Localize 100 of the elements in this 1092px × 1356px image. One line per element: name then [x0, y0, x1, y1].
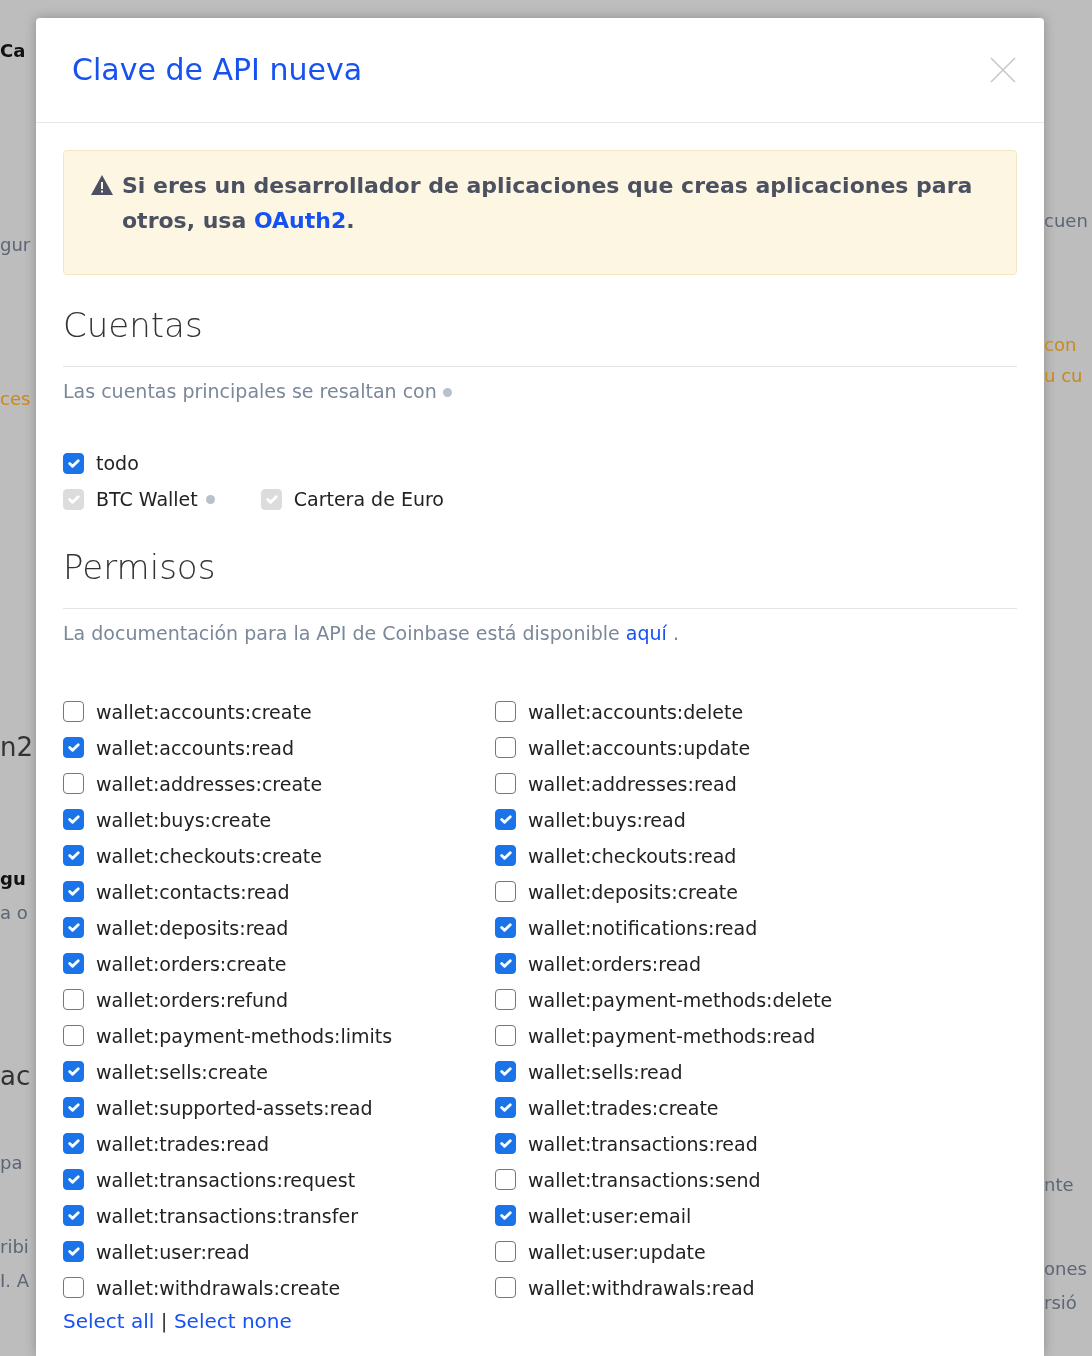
checkbox-label: wallet:user:read — [96, 1239, 250, 1265]
select-none-link[interactable]: Select none — [173, 1308, 292, 1333]
checkbox[interactable] — [63, 1205, 84, 1227]
close-icon — [990, 57, 1016, 83]
warning-icon — [90, 174, 114, 196]
background-text: gu — [0, 868, 26, 890]
checkbox-label: wallet:sells:read — [528, 1059, 683, 1085]
background-text: ribi — [0, 1236, 29, 1258]
checkbox-label: BTC Wallet — [96, 487, 198, 513]
background-text: ces — [0, 388, 31, 410]
checkbox-label: todo — [96, 451, 139, 477]
checkbox[interactable] — [63, 1061, 84, 1083]
background-text: Ca — [0, 40, 26, 62]
checkbox-label: wallet:user:update — [528, 1239, 706, 1265]
checkbox[interactable] — [63, 1277, 84, 1299]
checkbox-label: Cartera de Euro — [293, 487, 444, 513]
checkbox[interactable] — [63, 809, 84, 831]
checkbox-label: wallet:buys:read — [528, 807, 686, 833]
checkbox-label: wallet:checkouts:create — [96, 843, 322, 869]
checkbox-label: wallet:buys:create — [96, 807, 272, 833]
checkbox[interactable] — [63, 917, 84, 939]
background-text: gur — [0, 234, 31, 256]
checkbox[interactable] — [495, 1025, 516, 1047]
checkbox-label: wallet:payment-methods:limits — [96, 1023, 393, 1049]
checkbox[interactable] — [495, 1241, 516, 1263]
background-text: pa — [0, 1152, 23, 1174]
background-text: nte — [1044, 1174, 1074, 1196]
checkbox[interactable] — [495, 989, 516, 1011]
checkbox[interactable] — [63, 953, 84, 975]
background-text: con — [1044, 334, 1077, 356]
checkbox-label: wallet:supported-assets:read — [96, 1095, 373, 1121]
warning-text: Si eres un desarrollador de aplicaciones que creas aplicaciones para otros, usa OAuth2. — [122, 172, 974, 235]
checkbox[interactable] — [63, 1169, 84, 1191]
checkbox[interactable] — [495, 1277, 516, 1299]
checkbox[interactable] — [63, 773, 84, 795]
checkbox[interactable] — [495, 701, 516, 723]
checkbox[interactable] — [495, 953, 516, 975]
checkbox-label: wallet:user:email — [528, 1203, 692, 1229]
checkbox-label: wallet:payment-methods:read — [528, 1023, 816, 1049]
checkbox[interactable] — [63, 1025, 84, 1047]
checkbox-label: wallet:sells:create — [96, 1059, 269, 1085]
checkbox[interactable] — [495, 845, 516, 867]
dialog-title: Clave de API nueva — [72, 52, 363, 88]
accounts-note: Las cuentas principales se resaltan con — [63, 378, 1017, 404]
background-text: ones — [1044, 1258, 1087, 1280]
checkbox-label: wallet:transactions:request — [96, 1167, 356, 1193]
background-text: ac — [0, 1061, 31, 1093]
link-separator: | — [159, 1308, 169, 1333]
checkbox-label: wallet:notifications:read — [528, 915, 758, 941]
background-text: a o — [0, 902, 28, 924]
section-heading: Cuentas — [63, 304, 204, 347]
checkbox-label: wallet:deposits:create — [528, 879, 738, 905]
checkbox[interactable] — [63, 737, 84, 759]
section-heading: Permisos — [63, 546, 217, 590]
checkbox-label: wallet:deposits:read — [96, 915, 289, 941]
checkbox-label: wallet:addresses:read — [528, 771, 737, 797]
checkbox-label: wallet:orders:refund — [96, 987, 289, 1013]
checkbox[interactable] — [495, 1169, 516, 1191]
checkbox-label: wallet:transactions:transfer — [96, 1203, 358, 1229]
checkbox-label: wallet:transactions:read — [528, 1131, 758, 1157]
background-text: u cu — [1044, 365, 1083, 387]
checkbox-label: wallet:checkouts:read — [528, 843, 737, 869]
checkbox-label: wallet:trades:read — [96, 1131, 270, 1157]
checkbox[interactable] — [495, 917, 516, 939]
checkbox-label: wallet:orders:create — [96, 951, 287, 977]
documentation-link[interactable]: aquí — [625, 622, 667, 645]
checkbox-label: wallet:trades:create — [528, 1095, 719, 1121]
checkbox[interactable] — [63, 1133, 84, 1155]
checkbox[interactable] — [495, 773, 516, 795]
checkbox-label: wallet:orders:read — [528, 951, 702, 977]
checkbox-label: wallet:withdrawals:create — [96, 1275, 341, 1301]
background-text: rsió — [1044, 1292, 1077, 1314]
checkbox-label: wallet:accounts:delete — [528, 699, 744, 725]
background-text: n2 — [0, 732, 34, 764]
checkbox[interactable] — [63, 453, 84, 474]
checkbox[interactable] — [63, 1097, 84, 1119]
checkbox[interactable] — [63, 881, 84, 903]
checkbox-label: wallet:payment-methods:delete — [528, 987, 833, 1013]
checkbox[interactable] — [495, 1061, 516, 1083]
checkbox[interactable] — [63, 701, 84, 723]
checkbox[interactable] — [495, 881, 516, 903]
checkbox[interactable] — [63, 845, 84, 867]
checkbox[interactable] — [495, 1205, 516, 1227]
checkbox[interactable] — [63, 989, 84, 1011]
checkbox-label: wallet:addresses:create — [96, 771, 323, 797]
checkbox-label: wallet:transactions:send — [528, 1167, 761, 1193]
oauth-link[interactable]: OAuth2 — [253, 208, 347, 233]
background-text: I. A — [0, 1270, 30, 1292]
checkbox-label: wallet:accounts:update — [528, 735, 751, 761]
background-text: cuen — [1044, 210, 1088, 232]
primary-dot-icon — [442, 387, 452, 397]
select-all-link[interactable]: Select all — [63, 1308, 155, 1333]
checkbox-label: wallet:accounts:create — [96, 699, 312, 725]
checkbox[interactable] — [63, 1241, 84, 1263]
checkbox[interactable] — [495, 1097, 516, 1119]
checkbox-label: wallet:contacts:read — [96, 879, 290, 905]
checkbox[interactable] — [495, 1133, 516, 1155]
checkbox[interactable] — [495, 737, 516, 759]
documentation-note: La documentación para la API de Coinbase está disponible aquí . — [63, 621, 680, 646]
checkbox[interactable] — [495, 809, 516, 831]
